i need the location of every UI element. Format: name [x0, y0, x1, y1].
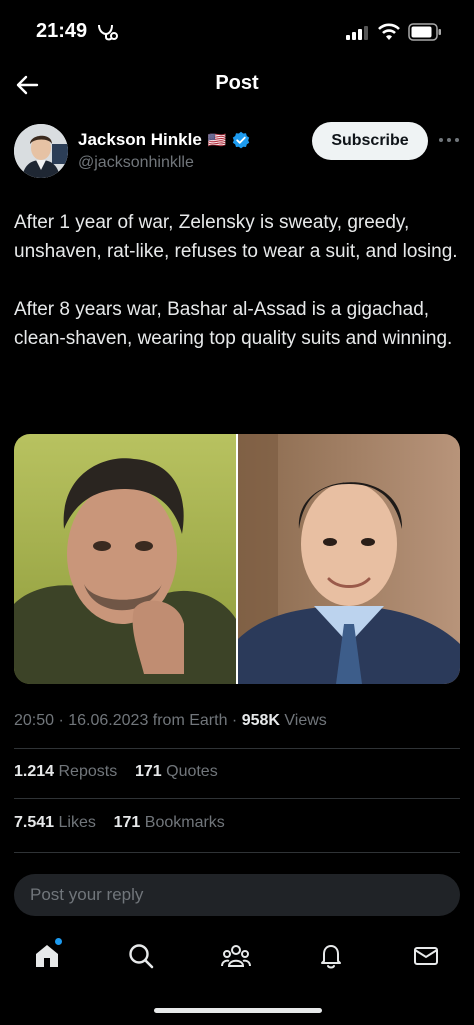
communities-icon	[221, 945, 251, 967]
tab-communities[interactable]	[218, 938, 254, 974]
bookmarks-label: Bookmarks	[140, 814, 225, 831]
author-name-text: Jackson Hinkle	[78, 130, 202, 149]
notification-dot	[55, 938, 62, 945]
reposts-label: Reposts	[54, 763, 118, 780]
subscribe-button[interactable]: Subscribe	[312, 122, 428, 160]
post-timestamp: 20:50 · 16.06.2023 from Earth · 958K Vie…	[14, 712, 327, 730]
author-row: Jackson Hinkle 🇺🇸 @jacksonhinklle Subscr…	[14, 122, 460, 182]
reply-bar	[14, 874, 460, 916]
bookmarks-link[interactable]: 171 Bookmarks	[114, 814, 225, 831]
likes-count: 7.541	[14, 814, 55, 831]
post-paragraph: After 8 years war, Bashar al-Assad is a …	[14, 299, 453, 349]
post-media[interactable]	[14, 434, 460, 684]
more-options-icon[interactable]	[438, 130, 460, 150]
nav-header: Post	[0, 62, 474, 108]
avatar-photo	[14, 124, 68, 178]
repost-quote-stats: 1.214 Reposts 171 Quotes	[14, 763, 218, 781]
wifi-icon	[378, 23, 400, 40]
divider	[14, 798, 460, 799]
status-time: 21:49	[36, 20, 88, 42]
likes-link[interactable]: 7.541 Likes	[14, 814, 96, 831]
tab-notifications[interactable]	[313, 938, 349, 974]
divider	[14, 748, 460, 749]
reply-input[interactable]	[14, 874, 460, 916]
tab-messages[interactable]	[408, 938, 444, 974]
author-handle[interactable]: @jacksonhinklle	[78, 154, 194, 172]
author-name[interactable]: Jackson Hinkle 🇺🇸	[78, 130, 250, 150]
bookmarks-count: 171	[113, 814, 141, 831]
search-icon	[129, 944, 154, 969]
timestamp-text: 20:50 · 16.06.2023 from Earth ·	[14, 712, 242, 729]
likes-label: Likes	[54, 814, 96, 831]
divider	[14, 852, 460, 853]
bottom-tab-bar	[0, 930, 474, 980]
post-paragraph: After 1 year of war, Zelensky is sweaty,…	[14, 212, 458, 262]
tab-search[interactable]	[123, 938, 159, 974]
reposts-count: 1.214	[14, 763, 55, 780]
tab-home[interactable]	[29, 938, 65, 974]
reposts-link[interactable]: 1.214 Reposts	[14, 763, 117, 780]
views-count: 958K	[241, 712, 280, 729]
cellular-signal-icon	[346, 26, 368, 40]
like-bookmark-stats: 7.541 Likes 171 Bookmarks	[14, 814, 225, 832]
post-text: After 1 year of war, Zelensky is sweaty,…	[14, 208, 460, 382]
home-indicator	[154, 1008, 322, 1013]
views-label: Views	[279, 712, 327, 729]
home-icon	[36, 945, 58, 967]
verified-badge-icon	[233, 131, 250, 149]
messages-icon	[414, 947, 438, 965]
quotes-label: Quotes	[161, 763, 218, 780]
status-bar: 21:49	[0, 0, 474, 62]
quotes-count: 171	[134, 763, 162, 780]
us-flag-icon: 🇺🇸	[207, 132, 227, 149]
health-monitor-icon	[98, 24, 118, 41]
battery-icon	[408, 23, 441, 41]
page-title: Post	[215, 72, 259, 94]
quotes-link[interactable]: 171 Quotes	[135, 763, 218, 780]
post-image	[14, 434, 460, 684]
notifications-icon	[321, 945, 341, 969]
avatar[interactable]	[14, 124, 68, 178]
